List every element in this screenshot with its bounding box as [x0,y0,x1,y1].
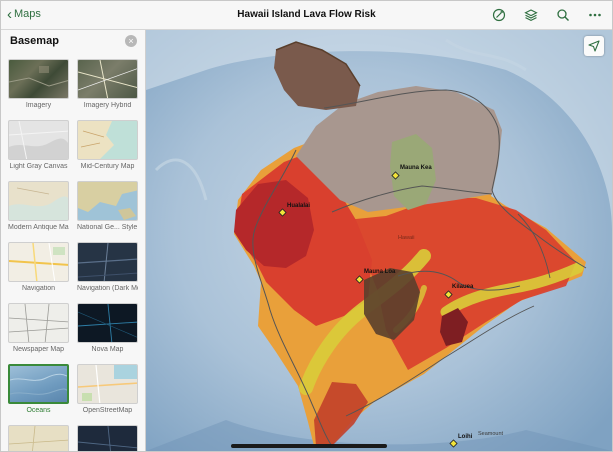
label-loihi: Loihi [458,434,473,440]
basemap-thumbnail [77,425,138,451]
sketch-icon[interactable] [490,6,508,24]
search-icon[interactable] [554,6,572,24]
map-view[interactable]: Mauna Kea Hualalai Mauna Loa Kilauea Loi… [146,30,612,451]
basemap-thumbnail [8,303,69,343]
basemap-tile-label: Navigation [21,285,56,292]
basemap-tile-newspaper-map[interactable]: Newspaper Map [8,303,69,353]
label-mauna-loa: Mauna Loa [364,269,396,275]
label-mauna-kea: Mauna Kea [400,165,432,171]
locate-button[interactable] [584,36,604,56]
label-hawaii: Hawaii [398,235,415,241]
more-icon[interactable] [586,6,604,24]
basemap-tile-label: National Ge... Style Map [77,224,138,231]
basemap-thumbnail [8,425,69,451]
basemap-tile-label: Modern Antique Map [8,224,69,231]
label-hualalai: Hualalai [287,203,311,209]
basemap-thumbnail [77,181,138,221]
basemap-tile-navigation[interactable]: Navigation [8,242,69,292]
basemap-thumbnail [8,242,69,282]
basemap-thumbnail [8,59,69,99]
basemap-tile-national-geographic-style-map[interactable]: National Ge... Style Map [77,181,138,231]
basemap-tile-label: Imagery Hybrid [83,102,132,109]
basemap-tile-partial-1[interactable] [8,425,69,451]
top-bar: ‹ Maps Hawaii Island Lava Flow Risk [1,1,612,30]
basemap-tile-label: Imagery [25,102,52,109]
basemap-tile-imagery-hybrid[interactable]: Imagery Hybrid [77,59,138,109]
basemap-thumbnail [8,181,69,221]
basemap-thumbnail [8,364,69,404]
basemap-tile-partial-2[interactable] [77,425,138,451]
basemap-thumbnail [8,120,69,160]
basemap-tile-label: Oceans [26,407,51,414]
label-kilauea: Kilauea [452,284,474,290]
label-seamount: Seamount [478,431,504,437]
basemap-thumbnail [77,59,138,99]
navigation-arrow-icon [588,40,600,52]
basemap-tile-navigation-dark-mode[interactable]: Navigation (Dark Mode) [77,242,138,292]
basemap-tile-label: Mid-Century Map [80,163,135,170]
basemap-title: Basemap [10,35,59,47]
basemap-thumbnail [77,120,138,160]
basemap-tile-mid-century-map[interactable]: Mid-Century Map [77,120,138,170]
basemap-tile-modern-antique-map[interactable]: Modern Antique Map [8,181,69,231]
basemap-panel: Basemap × Imagery Imagery Hybrid Light G… [1,30,146,451]
basemap-tile-label: Light Gray Canvas [9,163,68,170]
back-button[interactable]: ‹ Maps [7,5,41,23]
basemap-tile-label: Newspaper Map [13,346,64,353]
basemap-tile-imagery[interactable]: Imagery [8,59,69,109]
basemap-tile-oceans[interactable]: Oceans [8,364,69,414]
basemap-tile-light-gray-canvas[interactable]: Light Gray Canvas [8,120,69,170]
basemap-thumbnail [77,364,138,404]
basemap-tile-openstreetmap[interactable]: OpenStreetMap [77,364,138,414]
basemap-thumbnail [77,242,138,282]
lava-flow-map [146,30,612,451]
basemap-tile-label: OpenStreetMap [82,407,133,414]
chevron-left-icon: ‹ [7,5,12,23]
basemap-tile-label: Navigation (Dark Mode) [77,285,138,292]
home-indicator [231,444,387,448]
basemap-tile-label: Nova Map [91,346,124,353]
close-icon[interactable]: × [125,35,137,47]
back-label: Maps [14,8,41,20]
layers-icon[interactable] [522,6,540,24]
basemap-tile-nova-map[interactable]: Nova Map [77,303,138,353]
basemap-thumbnail [77,303,138,343]
